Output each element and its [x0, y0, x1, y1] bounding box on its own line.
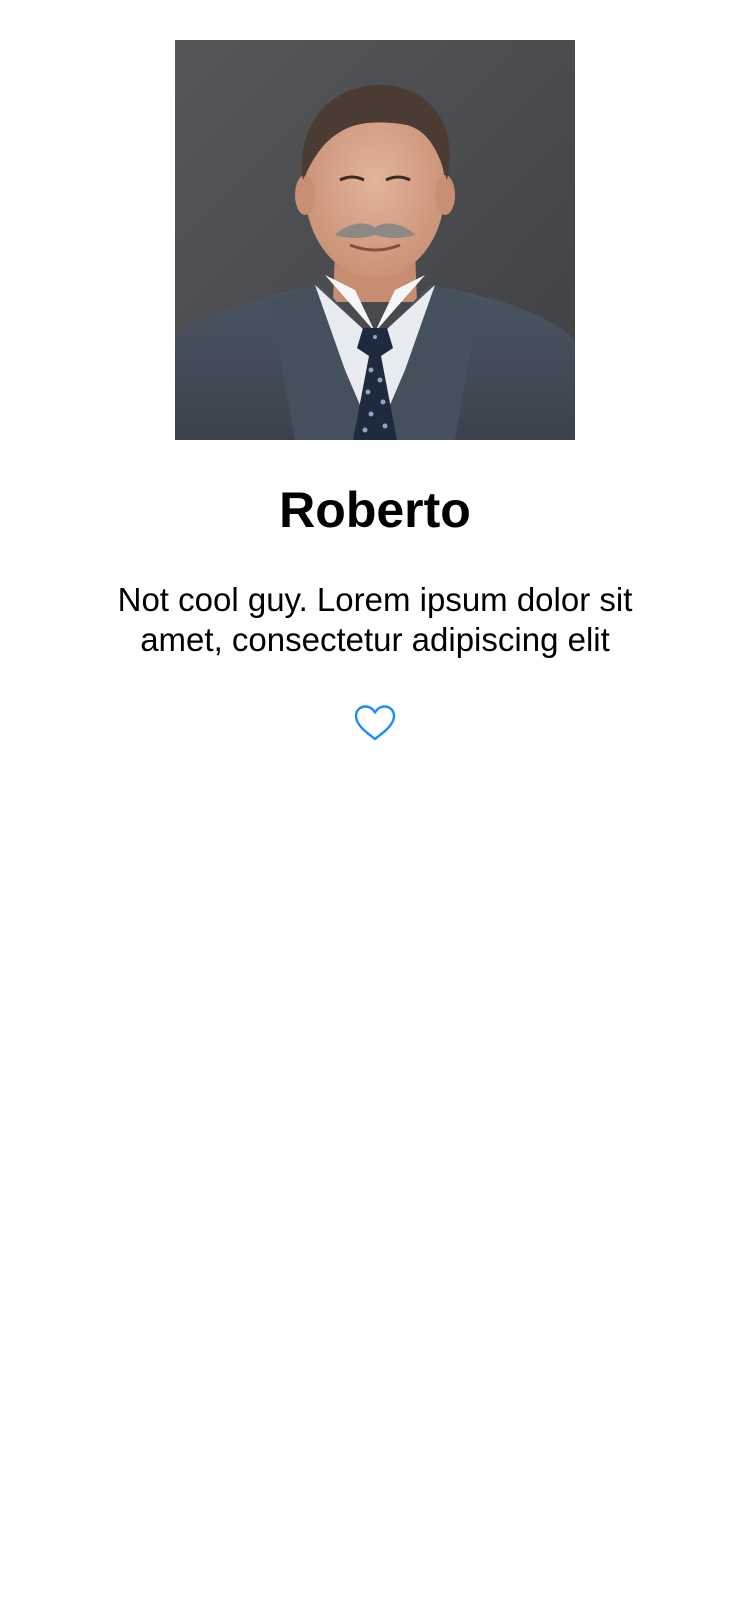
- profile-photo-illustration: [175, 40, 575, 440]
- favorite-button[interactable]: [352, 703, 398, 743]
- profile-screen: Roberto Not cool guy. Lorem ipsum dolor …: [0, 0, 750, 1624]
- profile-name: Roberto: [279, 482, 471, 538]
- profile-photo: [175, 40, 575, 440]
- profile-bio: Not cool guy. Lorem ipsum dolor sit amet…: [117, 581, 633, 658]
- heart-outline-icon: [354, 705, 396, 741]
